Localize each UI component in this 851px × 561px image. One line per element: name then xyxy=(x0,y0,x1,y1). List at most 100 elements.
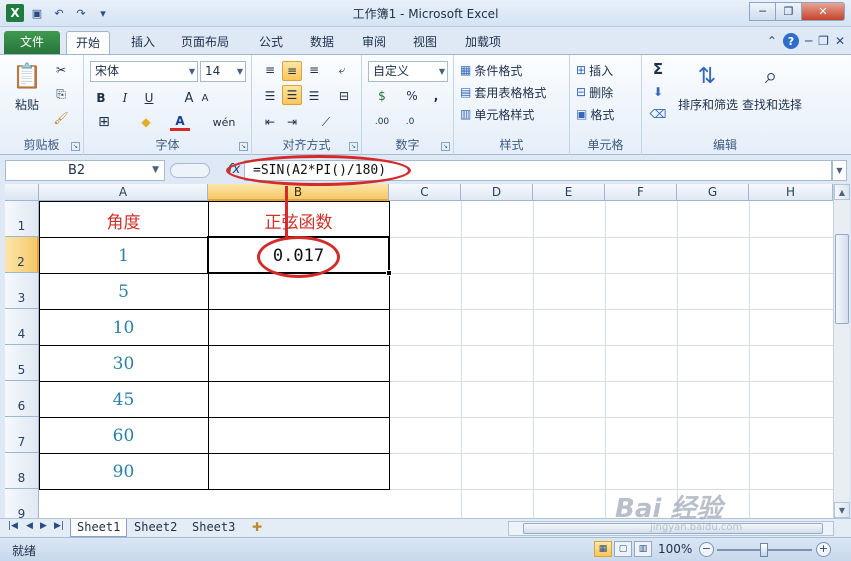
align-top-icon[interactable]: ≡ xyxy=(260,61,280,79)
scroll-up-icon[interactable]: ▲ xyxy=(834,184,850,200)
shrink-font-button[interactable]: A xyxy=(198,89,212,107)
column-header-a[interactable]: A xyxy=(39,184,208,201)
align-center-icon[interactable]: ☰ xyxy=(282,85,302,105)
fill-icon[interactable]: ⬇ xyxy=(648,83,668,101)
tab-page-layout[interactable]: 页面布局 xyxy=(172,31,238,54)
find-select-button[interactable]: 查找和选择 xyxy=(740,95,804,113)
paste-icon[interactable]: 📋 xyxy=(12,61,42,91)
cell-a1[interactable]: 角度 xyxy=(39,208,208,233)
underline-button[interactable]: U xyxy=(140,89,158,107)
row-header-4[interactable]: 4 xyxy=(5,309,39,345)
last-sheet-icon[interactable]: ▶| xyxy=(54,521,64,531)
tab-addins[interactable]: 加载项 xyxy=(456,31,510,54)
zoom-level[interactable]: 100% xyxy=(658,542,692,556)
insert-sheet-icon[interactable]: ✚ xyxy=(252,520,262,534)
row-header-2[interactable]: 2 xyxy=(5,237,39,273)
cell-a7[interactable]: 60 xyxy=(39,426,208,446)
fill-handle[interactable] xyxy=(386,270,392,276)
minimize-button[interactable]: ─ xyxy=(749,2,776,21)
row-header-7[interactable]: 7 xyxy=(5,417,39,453)
vertical-scroll-thumb[interactable] xyxy=(835,234,849,324)
sort-filter-button[interactable]: 排序和筛选 xyxy=(676,95,740,113)
row-header-9[interactable]: 9 xyxy=(5,489,39,518)
tab-data[interactable]: 数据 xyxy=(301,31,343,54)
bold-button[interactable]: B xyxy=(92,89,110,107)
zoom-out-icon[interactable]: − xyxy=(699,542,714,557)
grow-font-button[interactable]: A xyxy=(182,89,196,107)
formula-bar-buttons[interactable] xyxy=(170,163,210,178)
decrease-indent-icon[interactable]: ⇤ xyxy=(260,113,280,131)
row-header-8[interactable]: 8 xyxy=(5,453,39,489)
column-header-f[interactable]: F xyxy=(605,184,677,201)
align-right-icon[interactable]: ☰ xyxy=(304,87,324,105)
fill-color-icon[interactable]: ◆ xyxy=(136,113,156,131)
cell-a4[interactable]: 10 xyxy=(39,318,208,338)
align-middle-icon[interactable]: ≡ xyxy=(282,61,302,81)
prev-sheet-icon[interactable]: ◀ xyxy=(26,521,33,531)
orientation-icon[interactable]: ⟋ xyxy=(314,113,338,131)
conditional-format-button[interactable]: ▦ 条件格式 xyxy=(460,61,566,79)
increase-indent-icon[interactable]: ⇥ xyxy=(282,113,302,131)
zoom-in-icon[interactable]: + xyxy=(816,542,831,557)
delete-cells-button[interactable]: ⊟ 删除 xyxy=(576,83,636,101)
decrease-decimal-icon[interactable]: .0 xyxy=(398,113,422,131)
scroll-down-icon[interactable]: ▼ xyxy=(834,502,850,518)
column-header-c[interactable]: C xyxy=(389,184,461,201)
paste-button[interactable]: 粘贴 xyxy=(10,95,44,113)
tab-file[interactable]: 文件 xyxy=(4,31,60,54)
increase-decimal-icon[interactable]: .00 xyxy=(370,113,394,131)
doc-restore-icon[interactable]: ❐ xyxy=(818,34,829,48)
format-painter-icon[interactable]: 🖌 xyxy=(52,109,70,127)
column-header-e[interactable]: E xyxy=(533,184,605,201)
alignment-launcher-icon[interactable]: ↘ xyxy=(349,142,358,151)
merge-center-icon[interactable]: ⊟ xyxy=(332,87,356,105)
row-header-3[interactable]: 3 xyxy=(5,273,39,309)
zoom-slider-thumb[interactable] xyxy=(760,543,768,557)
number-format-combo[interactable]: 自定义 ▼ xyxy=(368,61,448,82)
sheet-tab-sheet3[interactable]: Sheet3 xyxy=(186,519,241,537)
tab-review[interactable]: 审阅 xyxy=(353,31,395,54)
comma-button[interactable]: , xyxy=(428,87,444,105)
sort-filter-icon[interactable]: ⇅ xyxy=(692,61,722,91)
number-launcher-icon[interactable]: ↘ xyxy=(441,142,450,151)
wrap-text-icon[interactable]: ⤶ xyxy=(332,61,352,79)
cell-a6[interactable]: 45 xyxy=(39,390,208,410)
page-break-view-icon[interactable]: ▥ xyxy=(634,541,652,557)
currency-icon[interactable]: $ xyxy=(370,87,394,105)
binoculars-icon[interactable]: ⌕ xyxy=(756,61,786,91)
cell-a8[interactable]: 90 xyxy=(39,462,208,482)
italic-button[interactable]: I xyxy=(116,89,134,107)
next-sheet-icon[interactable]: ▶ xyxy=(40,521,47,531)
first-sheet-icon[interactable]: |◀ xyxy=(8,521,18,531)
border-icon[interactable]: ⊞ xyxy=(94,113,114,131)
clear-icon[interactable]: ⌫ xyxy=(648,105,668,123)
page-layout-view-icon[interactable]: ▢ xyxy=(614,541,632,557)
column-header-d[interactable]: D xyxy=(461,184,533,201)
copy-icon[interactable]: ⎘ xyxy=(52,85,70,103)
cell-a2[interactable]: 1 xyxy=(39,246,208,266)
column-header-h[interactable]: H xyxy=(749,184,833,201)
select-all-corner[interactable] xyxy=(5,184,39,201)
row-header-6[interactable]: 6 xyxy=(5,381,39,417)
autosum-button[interactable]: Σ xyxy=(648,59,668,79)
cell-a3[interactable]: 5 xyxy=(39,282,208,302)
align-left-icon[interactable]: ☰ xyxy=(260,87,280,105)
font-launcher-icon[interactable]: ↘ xyxy=(239,142,248,151)
maximize-button[interactable]: ❐ xyxy=(775,2,802,21)
font-name-combo[interactable]: 宋体 ▼ xyxy=(90,61,198,82)
row-header-1[interactable]: 1 xyxy=(5,201,39,237)
ribbon-collapse-icon[interactable]: ⌃ xyxy=(767,34,777,48)
tab-insert[interactable]: 插入 xyxy=(122,31,164,54)
column-header-b[interactable]: B xyxy=(208,184,389,201)
column-header-g[interactable]: G xyxy=(677,184,749,201)
format-as-table-button[interactable]: ▤ 套用表格格式 xyxy=(460,83,568,101)
sheet-tab-sheet1[interactable]: Sheet1 xyxy=(70,519,128,537)
clipboard-launcher-icon[interactable]: ↘ xyxy=(71,142,80,151)
tab-formulas[interactable]: 公式 xyxy=(250,31,292,54)
doc-minimize-icon[interactable]: ─ xyxy=(805,34,812,48)
row-header-5[interactable]: 5 xyxy=(5,345,39,381)
align-bottom-icon[interactable]: ≡ xyxy=(304,61,324,79)
cut-icon[interactable]: ✂ xyxy=(52,61,70,79)
cell-a5[interactable]: 30 xyxy=(39,354,208,374)
worksheet-grid[interactable]: A B C D E F G H 1 2 3 4 5 6 7 8 9 角度 正弦函… xyxy=(5,184,833,518)
